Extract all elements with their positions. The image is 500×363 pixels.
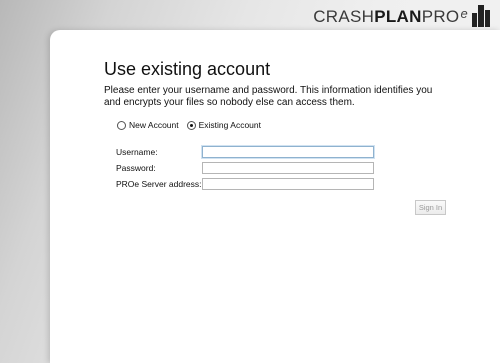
server-address-input[interactable] — [202, 178, 374, 190]
radio-unchecked-icon[interactable] — [117, 120, 126, 130]
password-label: Password: — [116, 163, 156, 173]
logo-wordmark: CRASHPLANPROe — [313, 6, 468, 26]
username-label: Username: — [116, 147, 158, 157]
sign-in-button[interactable]: Sign In — [415, 200, 446, 215]
existing-account-label: Existing Account — [198, 120, 261, 130]
page-description: Please enter your username and password.… — [104, 85, 433, 108]
new-account-radio[interactable]: New Account — [117, 120, 179, 130]
server-address-label: PROe Server address: — [116, 179, 202, 189]
page-title: Use existing account — [104, 59, 271, 79]
password-input[interactable] — [202, 162, 374, 174]
username-row: Username: — [116, 146, 374, 158]
radio-checked-icon[interactable] — [186, 120, 196, 130]
server-address-row: PROe Server address: — [116, 178, 374, 190]
login-panel: Use existing account Please enter your u… — [50, 30, 500, 363]
username-input[interactable] — [202, 146, 374, 158]
new-account-label: New Account — [129, 120, 179, 130]
crashplan-pro-logo: CRASHPLANPROe — [313, 3, 490, 27]
existing-account-radio[interactable]: Existing Account — [186, 120, 261, 130]
logo-buildings-icon — [471, 5, 490, 27]
password-row: Password: — [116, 162, 374, 174]
account-type-selector: New Account Existing Account — [117, 120, 269, 130]
